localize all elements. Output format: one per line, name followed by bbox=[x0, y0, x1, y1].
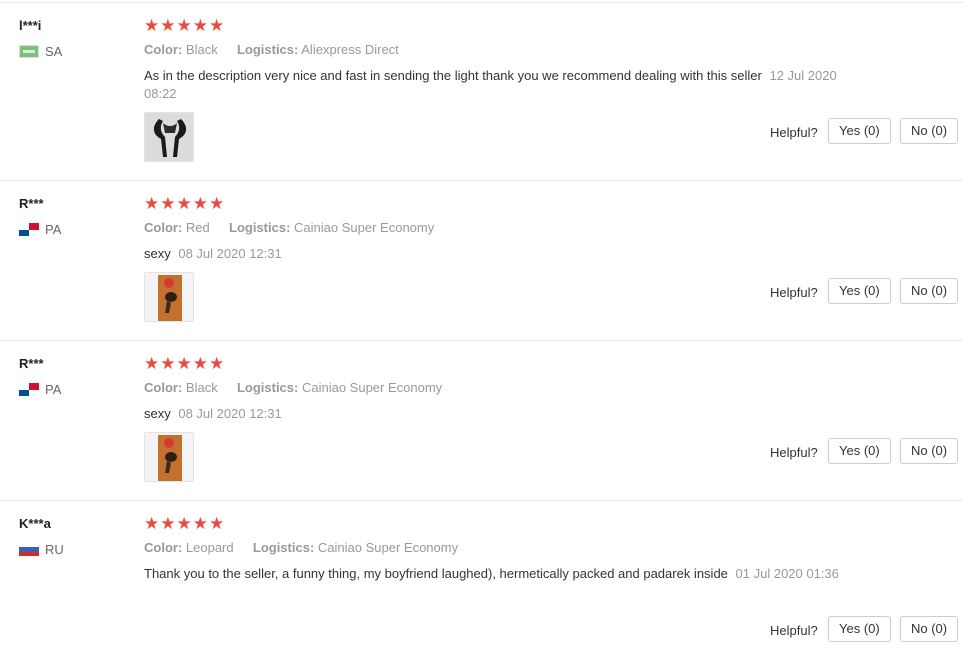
review-item: l***i SA ★★★★★ Color: Black Logistics: A… bbox=[0, 2, 963, 180]
flag-icon bbox=[19, 223, 39, 236]
review-photo[interactable] bbox=[144, 112, 194, 162]
country-code: RU bbox=[45, 542, 64, 557]
logistics-key: Logistics: bbox=[236, 380, 299, 395]
reviewer-country: RU bbox=[19, 542, 64, 557]
review-body: sexy bbox=[144, 406, 171, 421]
review-text: sexy 08 Jul 2020 12:31 bbox=[144, 245, 844, 263]
reviewer-name: l***i bbox=[19, 18, 42, 33]
color-value: Leopard bbox=[185, 540, 234, 555]
review-date: 01 Jul 2020 01:36 bbox=[735, 566, 839, 581]
color-value: Red bbox=[185, 220, 210, 235]
review-text: As in the description very nice and fast… bbox=[144, 67, 844, 103]
reviewer-name: R*** bbox=[19, 356, 44, 371]
color-value: Black bbox=[185, 380, 218, 395]
star-rating: ★★★★★ bbox=[144, 354, 226, 373]
helpful-label: Helpful? bbox=[770, 445, 818, 460]
review-attributes: Color: Black Logistics: Cainiao Super Ec… bbox=[144, 380, 442, 395]
color-key: Color: bbox=[144, 540, 183, 555]
flag-icon bbox=[19, 383, 39, 396]
color-key: Color: bbox=[144, 380, 183, 395]
review-body: sexy bbox=[144, 246, 171, 261]
reviewer-name: K***a bbox=[19, 516, 51, 531]
review-item: R*** PA ★★★★★ Color: Red Logistics: Cain… bbox=[0, 180, 963, 340]
review-attributes: Color: Black Logistics: Aliexpress Direc… bbox=[144, 42, 399, 57]
logistics-key: Logistics: bbox=[236, 42, 299, 57]
review-item: R*** PA ★★★★★ Color: Black Logistics: Ca… bbox=[0, 340, 963, 500]
helpful-yes-button[interactable]: Yes (0) bbox=[828, 616, 891, 642]
helpful-yes-button[interactable]: Yes (0) bbox=[828, 438, 891, 464]
review-photo[interactable] bbox=[144, 272, 194, 322]
review-photo[interactable] bbox=[144, 432, 194, 482]
reviewer-country: PA bbox=[19, 382, 61, 397]
logistics-value: Cainiao Super Economy bbox=[294, 220, 435, 235]
reviewer-name: R*** bbox=[19, 196, 44, 211]
flag-icon bbox=[19, 45, 39, 58]
review-attributes: Color: Leopard Logistics: Cainiao Super … bbox=[144, 540, 458, 555]
photo-image bbox=[145, 273, 193, 321]
reviewer-country: SA bbox=[19, 44, 62, 59]
review-date: 08 Jul 2020 12:31 bbox=[178, 406, 282, 421]
helpful-no-button[interactable]: No (0) bbox=[900, 118, 959, 144]
logistics-value: Cainiao Super Economy bbox=[317, 540, 459, 555]
review-text: Thank you to the seller, a funny thing, … bbox=[144, 565, 844, 583]
review-text: sexy 08 Jul 2020 12:31 bbox=[144, 405, 844, 423]
country-code: PA bbox=[45, 222, 62, 237]
photo-image bbox=[145, 113, 193, 161]
reviewer-country: PA bbox=[19, 222, 61, 237]
photo-image bbox=[145, 433, 193, 481]
logistics-value: Cainiao Super Economy bbox=[301, 380, 443, 395]
helpful-label: Helpful? bbox=[770, 623, 818, 638]
color-key: Color: bbox=[144, 42, 183, 57]
review-body: As in the description very nice and fast… bbox=[144, 68, 762, 83]
star-rating: ★★★★★ bbox=[144, 16, 226, 35]
country-code: PA bbox=[45, 382, 62, 397]
flag-icon bbox=[19, 543, 39, 556]
country-code: SA bbox=[45, 44, 63, 59]
helpful-yes-button[interactable]: Yes (0) bbox=[828, 278, 891, 304]
star-rating: ★★★★★ bbox=[144, 514, 226, 533]
helpful-label: Helpful? bbox=[770, 285, 818, 300]
logistics-key: Logistics: bbox=[252, 540, 315, 555]
helpful-no-button[interactable]: No (0) bbox=[900, 616, 959, 642]
helpful-yes-button[interactable]: Yes (0) bbox=[828, 118, 891, 144]
review-body: Thank you to the seller, a funny thing, … bbox=[144, 566, 728, 581]
helpful-label: Helpful? bbox=[770, 125, 818, 140]
review-item: K***a RU ★★★★★ Color: Leopard Logistics:… bbox=[0, 500, 963, 665]
review-date: 08 Jul 2020 12:31 bbox=[178, 246, 282, 261]
helpful-no-button[interactable]: No (0) bbox=[900, 438, 959, 464]
star-rating: ★★★★★ bbox=[144, 194, 226, 213]
helpful-no-button[interactable]: No (0) bbox=[900, 278, 959, 304]
color-value: Black bbox=[185, 42, 218, 57]
logistics-value: Aliexpress Direct bbox=[301, 42, 399, 57]
logistics-key: Logistics: bbox=[229, 220, 291, 235]
review-attributes: Color: Red Logistics: Cainiao Super Econ… bbox=[144, 220, 434, 235]
color-key: Color: bbox=[144, 220, 183, 235]
